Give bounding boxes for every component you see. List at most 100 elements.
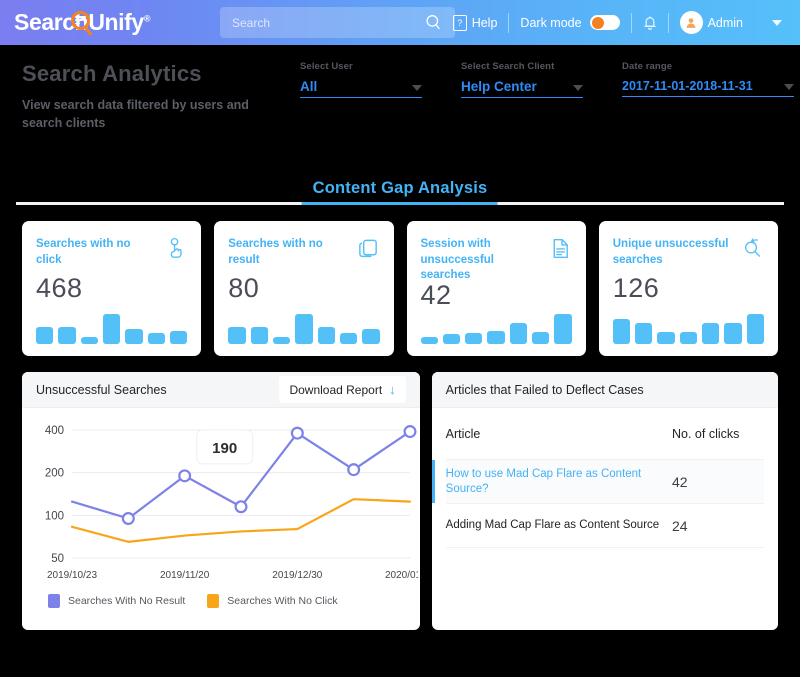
sparkline-bar bbox=[442, 334, 461, 344]
data-point[interactable] bbox=[178, 469, 192, 483]
page-subtitle: View search data filtered by users and s… bbox=[22, 98, 249, 131]
sparkline-bar bbox=[169, 330, 188, 344]
kpi-value: 80 bbox=[228, 272, 260, 303]
chart-canvas[interactable]: 50 100 200 400 2019/10/23 2019/11/20 2019/12/3… bbox=[28, 416, 420, 592]
filter-label: Date range bbox=[622, 61, 673, 72]
logo-registered-mark: ® bbox=[143, 13, 151, 24]
user-menu[interactable]: Admin bbox=[669, 11, 754, 34]
help-button[interactable]: ? Help bbox=[442, 14, 509, 31]
filter-select-user[interactable]: Select User All bbox=[300, 61, 422, 98]
sparkline-bar bbox=[102, 314, 121, 344]
kpi-head: Session with unsuccessful searches bbox=[421, 237, 572, 284]
filter-label: Select User bbox=[300, 61, 353, 72]
kpi-title: Searches with no result bbox=[228, 238, 323, 266]
app-logo[interactable]: SearchUnify® bbox=[14, 0, 194, 45]
chevron-down-icon[interactable] bbox=[412, 85, 422, 91]
sparkline-bar bbox=[532, 332, 550, 344]
help-icon: ? bbox=[452, 14, 467, 31]
articles-table: Article No. of clicks How to use Mad Cap… bbox=[431, 408, 778, 548]
kpi-head: Unique unsuccessful searches bbox=[613, 237, 764, 268]
tab-label: Content Gap Analysis bbox=[312, 179, 488, 197]
kpi-sparkline bbox=[228, 314, 380, 344]
sparkline-bar bbox=[487, 331, 505, 344]
data-point[interactable] bbox=[347, 463, 361, 477]
kpi-title: Unique unsuccessful searches bbox=[612, 238, 729, 266]
notifications-button[interactable] bbox=[632, 15, 668, 31]
data-point[interactable] bbox=[403, 425, 417, 439]
user-menu-caret[interactable] bbox=[754, 19, 788, 26]
sparkline-bar bbox=[80, 336, 98, 344]
dark-mode-toggle[interactable]: Dark mode bbox=[509, 15, 630, 30]
sparkline-bar bbox=[702, 322, 720, 344]
sparkline-bar bbox=[509, 322, 528, 344]
table-row[interactable]: How to use Mad Cap Flare as Content Sour… bbox=[431, 460, 764, 504]
panel-title: Articles that Failed to Deflect Cases bbox=[445, 382, 644, 397]
y-axis-tick: 50 bbox=[51, 553, 64, 565]
sparkline-bar bbox=[635, 322, 653, 344]
nav-right-cluster: ? Help Dark mode Admin bbox=[442, 0, 788, 45]
sparkline-bar bbox=[554, 313, 572, 344]
sparkline-bar bbox=[272, 336, 291, 344]
chevron-down-icon[interactable] bbox=[784, 84, 794, 90]
filter-value-row[interactable]: All bbox=[300, 79, 422, 98]
y-axis-tick: 100 bbox=[45, 510, 64, 522]
article-link[interactable]: How to use Mad Cap Flare as Content Sour… bbox=[446, 467, 672, 497]
table-row[interactable]: Adding Mad Cap Flare as Content Source 2… bbox=[445, 504, 764, 548]
kpi-card-searches-with-no-result[interactable]: Searches with no result 80 bbox=[214, 221, 394, 356]
panels-row: Unsuccessful Searches Download Report ↓ … bbox=[0, 356, 800, 630]
kpi-card-session-with-unsuccessful-searches[interactable]: Session with unsuccessful searches 42 bbox=[406, 221, 586, 356]
data-point[interactable] bbox=[290, 426, 304, 440]
line-chart[interactable]: 50 100 200 400 2019/10/23 2019/11/20 2019/12/3… bbox=[22, 408, 420, 590]
download-arrow-icon: ↓ bbox=[389, 382, 396, 397]
filter-value: Help Center bbox=[461, 79, 537, 94]
filter-label: Select Search Client bbox=[461, 61, 555, 72]
filter-select-search-client[interactable]: Select Search Client Help Center bbox=[461, 61, 583, 98]
bell-icon[interactable] bbox=[643, 15, 657, 31]
dark-mode-switch[interactable] bbox=[589, 15, 620, 30]
sparkline-bar bbox=[125, 329, 143, 344]
global-search-box[interactable] bbox=[220, 7, 455, 38]
filters-row: Select User All Select Search Client Hel… bbox=[300, 61, 794, 98]
kpi-head: Searches with no click bbox=[36, 237, 187, 268]
logo-lines-icon bbox=[75, 16, 86, 26]
search-icon[interactable] bbox=[424, 13, 443, 32]
article-clicks: 24 bbox=[672, 517, 688, 534]
filter-value-row[interactable]: 2017-11-01-2018-11-31 bbox=[622, 79, 794, 97]
sparkline-bar bbox=[295, 314, 313, 344]
x-axis-tick: 2019/11/20 bbox=[160, 570, 210, 581]
sparkline-bar bbox=[362, 329, 380, 344]
sparkline-bar bbox=[58, 326, 76, 344]
data-point[interactable] bbox=[234, 500, 248, 514]
filter-value-row[interactable]: Help Center bbox=[461, 79, 583, 98]
column-header-clicks: No. of clicks bbox=[672, 426, 740, 441]
kpi-title: Searches with no click bbox=[36, 238, 131, 266]
data-point[interactable] bbox=[121, 511, 135, 525]
kpi-card-unique-unsuccessful-searches[interactable]: Unique unsuccessful searches 126 bbox=[598, 221, 778, 356]
article-link[interactable]: Adding Mad Cap Flare as Content Source bbox=[446, 518, 672, 533]
sparkline-bar bbox=[339, 332, 358, 344]
unsuccessful-searches-panel: Unsuccessful Searches Download Report ↓ … bbox=[22, 372, 420, 630]
sparkline-bar bbox=[317, 326, 335, 344]
y-axis-tick: 400 bbox=[45, 425, 64, 437]
filter-date-range[interactable]: Date range 2017-11-01-2018-11-31 bbox=[622, 61, 794, 98]
sparkline-bar bbox=[228, 326, 246, 344]
download-report-button[interactable]: Download Report ↓ bbox=[279, 376, 406, 403]
sparkline-bar bbox=[36, 326, 54, 344]
sparkline-bar bbox=[612, 319, 631, 344]
chevron-down-icon[interactable] bbox=[772, 19, 782, 26]
panel-header: Unsuccessful Searches Download Report ↓ bbox=[22, 372, 420, 408]
download-report-label: Download Report bbox=[289, 382, 383, 397]
kpi-sparkline bbox=[420, 313, 572, 344]
document-icon bbox=[553, 238, 568, 259]
kpi-sparkline bbox=[36, 314, 188, 344]
tab-bar: Content Gap Analysis bbox=[0, 167, 800, 205]
search-input[interactable] bbox=[232, 15, 424, 30]
column-header-article: Article bbox=[445, 426, 481, 441]
panel-title: Unsuccessful Searches bbox=[36, 382, 167, 397]
sparkline-bar bbox=[420, 337, 438, 344]
chevron-down-icon[interactable] bbox=[573, 85, 583, 91]
kpi-card-searches-with-no-click[interactable]: Searches with no click 468 bbox=[22, 221, 202, 356]
sparkline-bar bbox=[724, 322, 742, 344]
tab-content-gap-analysis[interactable]: Content Gap Analysis bbox=[302, 179, 498, 205]
logo-text: SearchUnify® bbox=[14, 9, 150, 36]
